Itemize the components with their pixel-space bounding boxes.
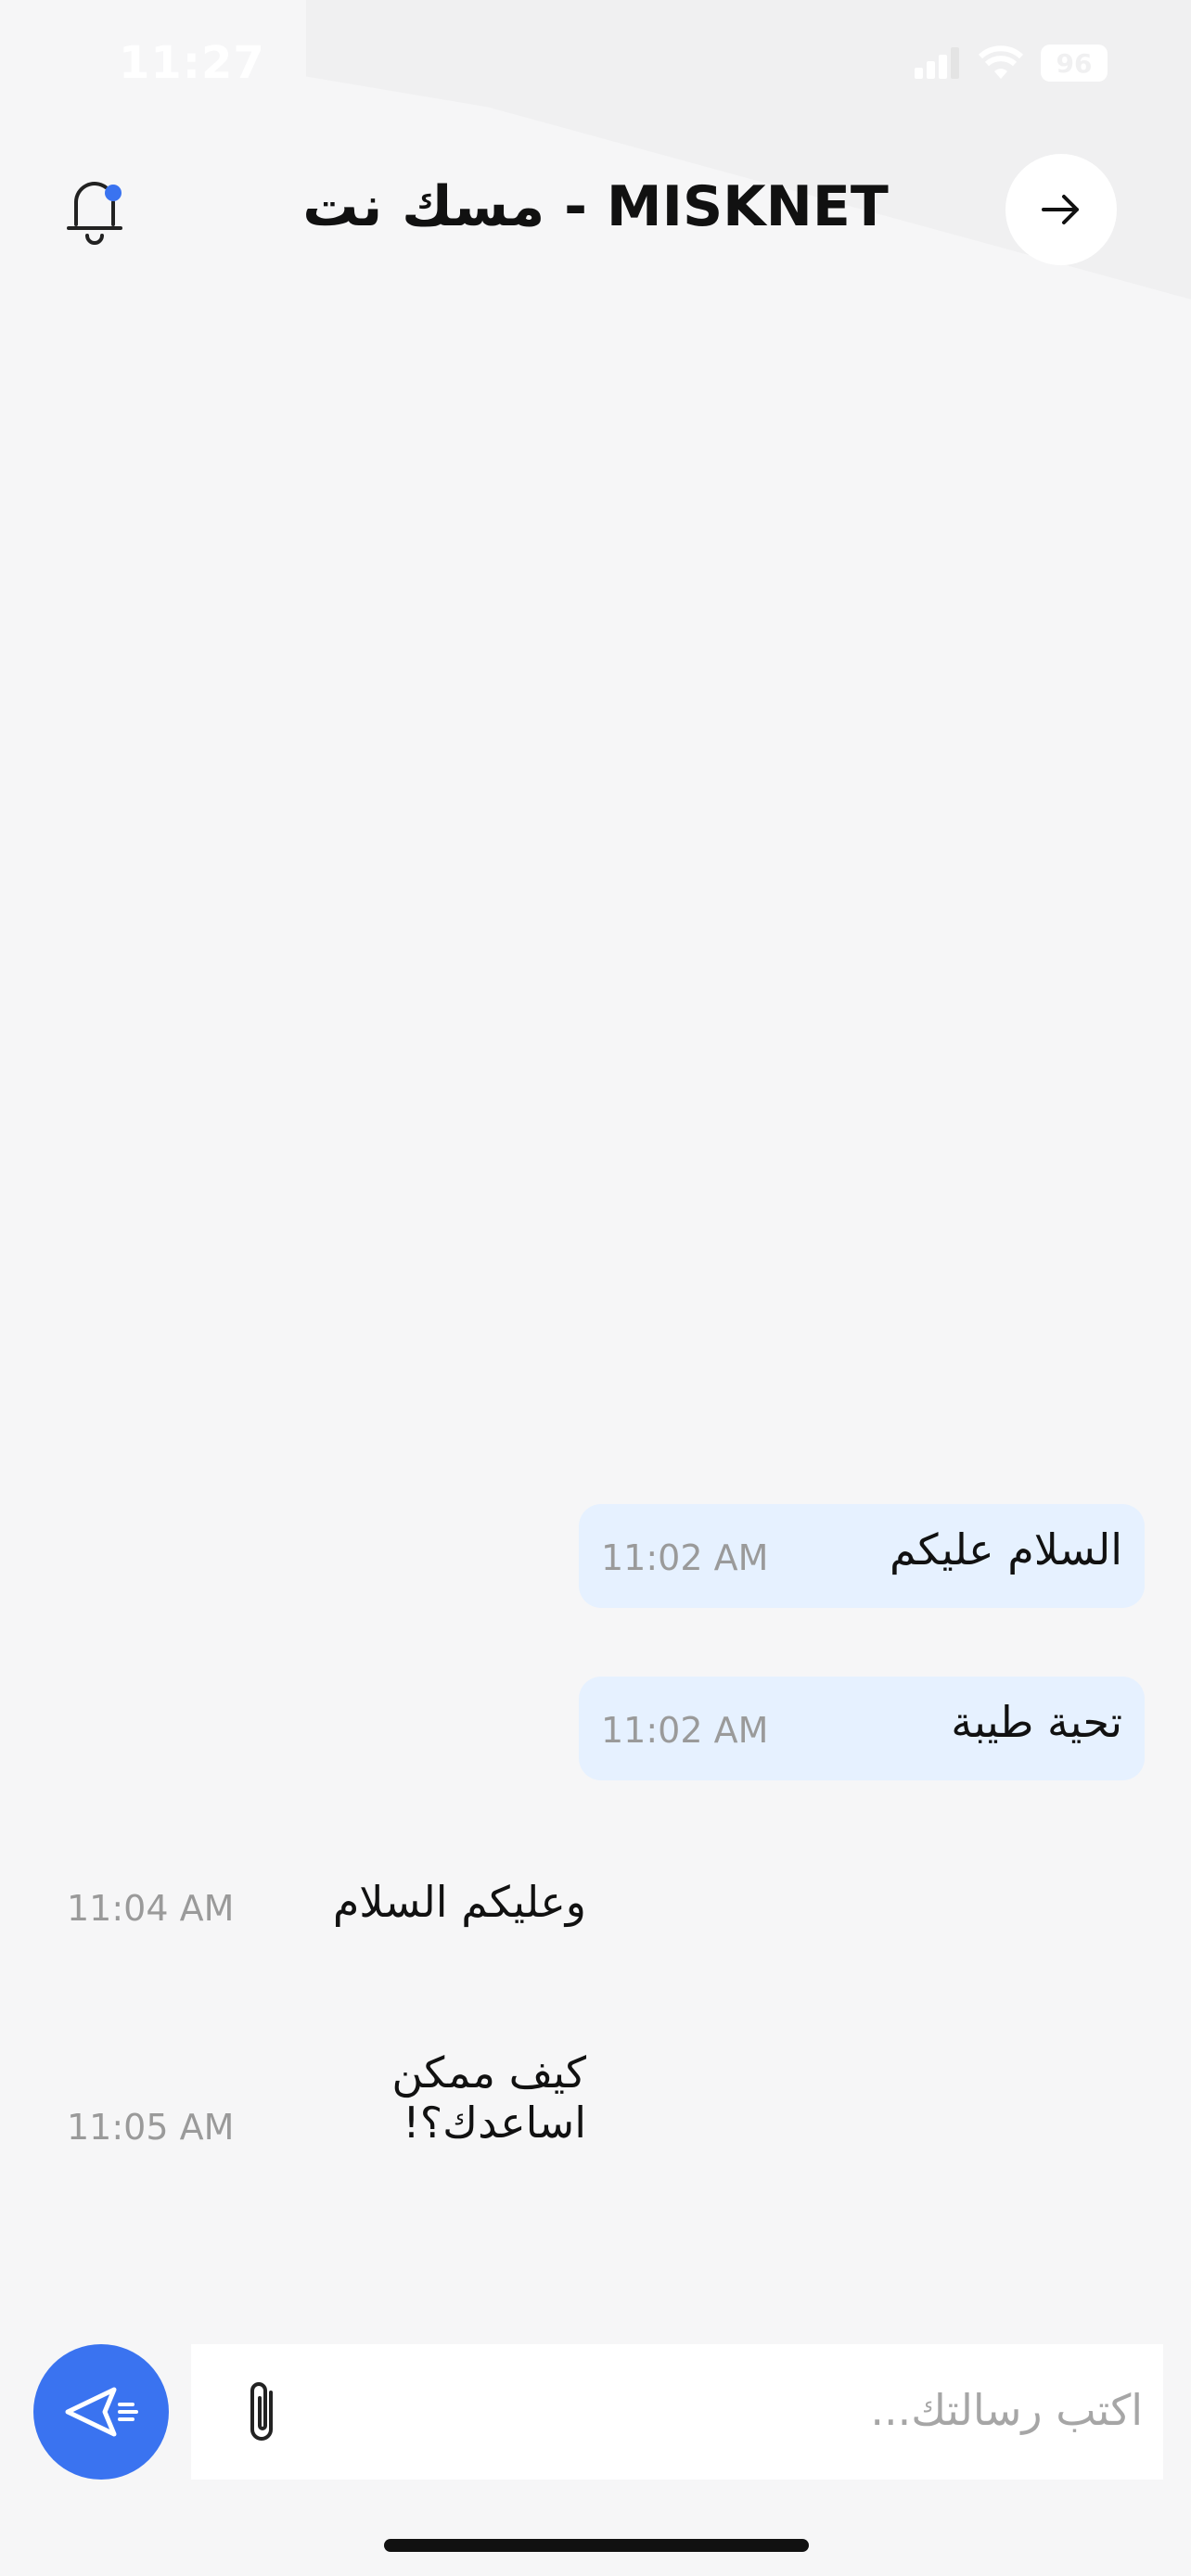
message-input[interactable]: [325, 2363, 1145, 2457]
chat-header: مسك نت - MISKNET: [0, 148, 1191, 269]
message-composer: [191, 2344, 1163, 2480]
back-button[interactable]: [1005, 154, 1117, 265]
outgoing-message[interactable]: تحية طيبة 11:02 AM: [579, 1677, 1145, 1780]
home-indicator: [384, 2539, 809, 2552]
paperclip-icon[interactable]: [236, 2379, 291, 2446]
message-time: 11:02 AM: [601, 1710, 769, 1751]
send-icon: [65, 2387, 138, 2437]
outgoing-message[interactable]: السلام عليكم 11:02 AM: [579, 1504, 1145, 1608]
message-text-line: كيف ممكن: [391, 2047, 586, 2098]
message-text: وعليكم السلام: [332, 1877, 586, 1927]
message-time: 11:05 AM: [67, 2107, 235, 2148]
send-button[interactable]: [33, 2344, 169, 2480]
signal-icon: [915, 47, 959, 79]
battery-icon: 96: [1041, 45, 1108, 82]
status-time: 11:27: [119, 37, 265, 89]
status-icons: 96: [915, 45, 1108, 82]
wifi-icon: [978, 45, 1024, 79]
incoming-message[interactable]: وعليكم السلام 11:04 AM: [67, 1873, 586, 1947]
message-time: 11:04 AM: [67, 1888, 235, 1929]
message-time: 11:02 AM: [601, 1537, 769, 1578]
message-text: تحية طيبة: [951, 1697, 1122, 1747]
message-text-line: اساعدك؟!: [403, 2098, 586, 2148]
incoming-message[interactable]: كيف ممكن اساعدك؟! 11:05 AM: [67, 2047, 586, 2159]
message-text: السلام عليكم: [890, 1524, 1122, 1575]
message-text: كيف ممكن اساعدك؟!: [391, 2047, 586, 2148]
status-bar: 11:27 96: [0, 0, 1191, 130]
arrow-right-icon: [1042, 195, 1079, 224]
